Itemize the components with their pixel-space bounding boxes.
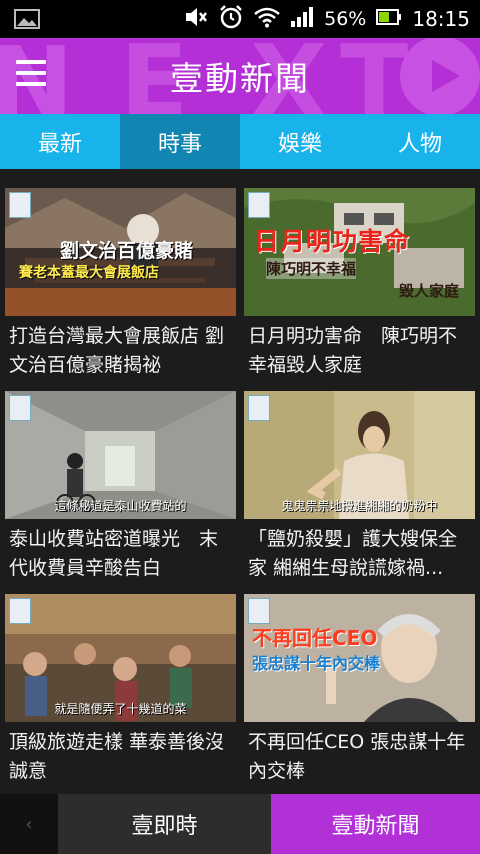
article-card[interactable]: 日月明功害命 陳巧明不幸福 毀人家庭 日月明功害命 陳巧明不幸福毀人家庭 <box>244 188 475 388</box>
article-card[interactable]: 不再回任CEO 張忠謀十年內交棒 不再回任CEO 張忠謀十年內交棒 <box>244 594 475 794</box>
article-title: 日月明功害命 陳巧明不幸福毀人家庭 <box>248 325 458 376</box>
thumbnail-subheadline: 張忠謀十年內交棒 <box>252 654 381 673</box>
wifi-icon <box>254 6 280 33</box>
article-card[interactable]: 劉文治百億豪賭 賽老本蓋最大會展飯店 打造台灣最大會展飯店 劉文治百億豪賭揭祕 <box>5 188 236 388</box>
battery-icon <box>376 7 402 32</box>
article-title: 頂級旅遊走樣 華泰善後沒誠意 <box>9 731 225 782</box>
article-title: 打造台灣最大會展飯店 劉文治百億豪賭揭祕 <box>9 325 225 376</box>
thumbnail-tagline: 毀人家庭 <box>399 282 460 300</box>
article-thumbnail: 就是隨便弄了十幾道的菜 <box>5 594 236 722</box>
channel-logo <box>9 192 31 218</box>
article-card[interactable]: 就是隨便弄了十幾道的菜 頂級旅遊走樣 華泰善後沒誠意 <box>5 594 236 794</box>
channel-logo <box>9 395 31 421</box>
channel-logo <box>248 395 270 421</box>
thumbnail-subheadline: 陳巧明不幸福 <box>266 258 357 279</box>
image-icon <box>14 9 40 33</box>
article-title: 「鹽奶殺嬰」護大嫂保全家 緗緗生母說謊嫁禍... <box>248 528 458 579</box>
article-thumbnail: 鬼鬼祟祟地攪進緗緗的奶粉中 <box>244 391 475 519</box>
article-title: 泰山收費站密道曝光 末代收費員辛酸告白 <box>9 528 219 579</box>
article-title: 不再回任CEO 張忠謀十年內交棒 <box>248 731 466 782</box>
article-thumbnail: 不再回任CEO 張忠謀十年內交棒 <box>244 594 475 722</box>
app-title: 壹動新聞 <box>170 59 310 98</box>
alarm-icon <box>218 4 244 35</box>
chevron-left-icon[interactable]: ‹ <box>0 794 58 854</box>
tab-entertainment[interactable]: 娛樂 <box>240 114 360 169</box>
channel-logo <box>9 598 31 624</box>
tab-people[interactable]: 人物 <box>360 114 480 169</box>
mute-icon <box>184 6 208 33</box>
thumbnail-headline: 日月明功害命 <box>254 227 411 256</box>
article-card[interactable]: 鬼鬼祟祟地攪進緗緗的奶粉中 「鹽奶殺嬰」護大嫂保全家 緗緗生母說謊嫁禍... <box>244 391 475 591</box>
signal-icon <box>290 6 314 33</box>
nav-motion-news[interactable]: 壹動新聞 <box>271 794 480 854</box>
article-grid: 劉文治百億豪賭 賽老本蓋最大會展飯店 打造台灣最大會展飯店 劉文治百億豪賭揭祕 … <box>0 169 480 794</box>
status-bar: 56% 18:15 <box>0 0 480 38</box>
nav-instant-news[interactable]: 壹即時 <box>58 794 271 854</box>
thumbnail-subtitle: 這條秘道是泰山收費站的 <box>54 499 187 513</box>
bottom-nav: ‹ 壹即時 壹動新聞 <box>0 794 480 854</box>
thumbnail-subtitle: 就是隨便弄了十幾道的菜 <box>54 702 187 716</box>
thumbnail-headline: 劉文治百億豪賭 <box>60 240 194 262</box>
app-header: N E X T 壹動新聞 <box>0 38 480 114</box>
tab-current-affairs[interactable]: 時事 <box>120 114 240 169</box>
article-card[interactable]: 這條秘道是泰山收費站的 泰山收費站密道曝光 末代收費員辛酸告白 <box>5 391 236 591</box>
thumbnail-subtitle: 鬼鬼祟祟地攪進緗緗的奶粉中 <box>281 499 438 513</box>
category-tabs: 最新 時事 娛樂 人物 <box>0 114 480 169</box>
tab-latest[interactable]: 最新 <box>0 114 120 169</box>
channel-logo <box>248 192 270 218</box>
article-thumbnail: 這條秘道是泰山收費站的 <box>5 391 236 519</box>
thumbnail-subheadline: 賽老本蓋最大會展飯店 <box>19 265 159 281</box>
clock: 18:15 <box>412 7 470 31</box>
article-thumbnail: 日月明功害命 陳巧明不幸福 毀人家庭 <box>244 188 475 316</box>
thumbnail-headline: 不再回任CEO <box>252 626 378 650</box>
channel-logo <box>248 598 270 624</box>
battery-percent: 56% <box>324 8 367 30</box>
article-thumbnail: 劉文治百億豪賭 賽老本蓋最大會展飯店 <box>5 188 236 316</box>
